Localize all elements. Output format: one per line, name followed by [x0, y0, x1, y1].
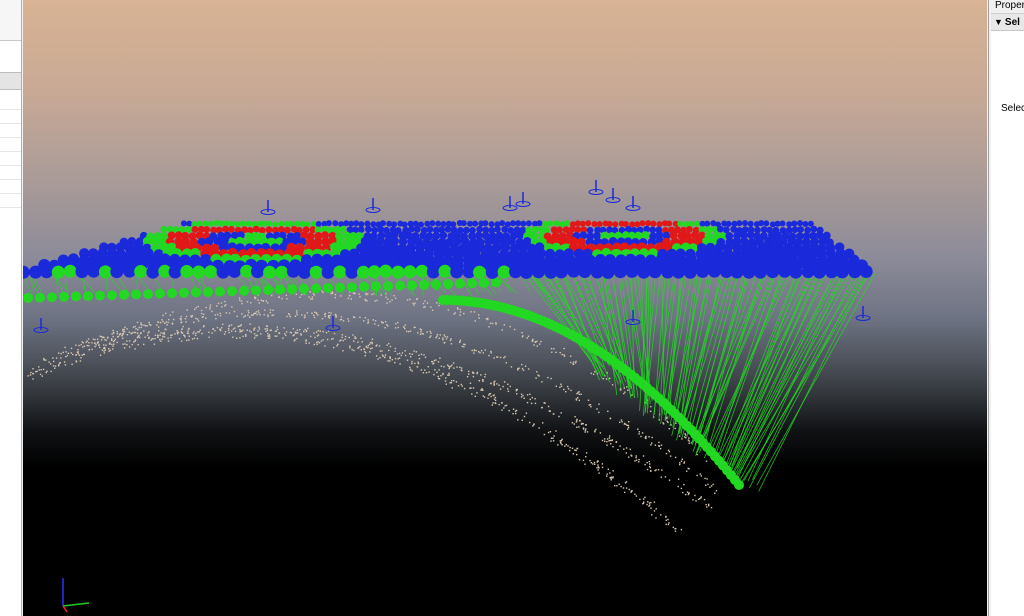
point-cloud — [27, 290, 728, 532]
triangle-down-icon[interactable]: ▼ — [994, 14, 1003, 30]
left-panel-row[interactable] — [0, 180, 21, 194]
left-panel-row[interactable] — [0, 96, 21, 110]
left-panel-row[interactable] — [0, 110, 21, 124]
left-panel-header[interactable] — [0, 72, 21, 90]
left-panel-row[interactable] — [0, 152, 21, 166]
left-panel-row[interactable] — [0, 138, 21, 152]
left-panel-row[interactable] — [0, 194, 21, 208]
properties-panel: Proper ▼Sel Select — [988, 0, 1024, 616]
selection-section-label: Sel — [1004, 17, 1020, 28]
point-cloud-scene[interactable] — [23, 0, 987, 616]
selection-section-header[interactable]: ▼ Sel — [991, 14, 1024, 31]
left-panel-row[interactable] — [0, 124, 21, 138]
left-panel-toolbar[interactable] — [0, 0, 21, 41]
select-field-label: Select — [1001, 103, 1024, 114]
left-panel-row[interactable] — [0, 166, 21, 180]
left-dock-panel — [0, 0, 22, 616]
3d-viewport[interactable] — [23, 0, 987, 616]
axis-triad-icon — [62, 578, 90, 613]
marker-plane — [23, 220, 873, 279]
properties-panel-title: Proper — [995, 0, 1024, 11]
